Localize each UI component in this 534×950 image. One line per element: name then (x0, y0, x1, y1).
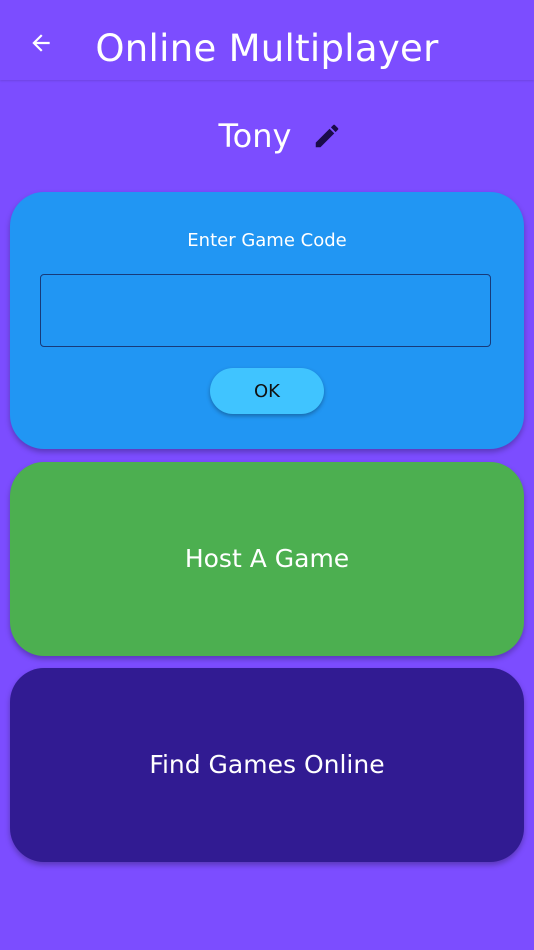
find-games-button[interactable]: Find Games Online (10, 668, 524, 862)
host-game-label: Host A Game (184, 544, 350, 573)
find-games-label: Find Games Online (149, 750, 385, 779)
app-bar: Online Multiplayer (0, 0, 534, 80)
player-name: Tony (218, 117, 292, 155)
pencil-icon (316, 124, 339, 148)
game-code-label: Enter Game Code (187, 230, 347, 251)
page-title: Online Multiplayer (95, 27, 439, 70)
ok-button[interactable]: OK (210, 368, 324, 414)
edit-name-button[interactable] (309, 118, 345, 154)
player-name-row: Tony (0, 112, 534, 160)
game-code-input[interactable] (40, 274, 491, 347)
host-game-button[interactable]: Host A Game (10, 462, 524, 656)
join-game-card: Enter Game Code OK (10, 192, 524, 449)
